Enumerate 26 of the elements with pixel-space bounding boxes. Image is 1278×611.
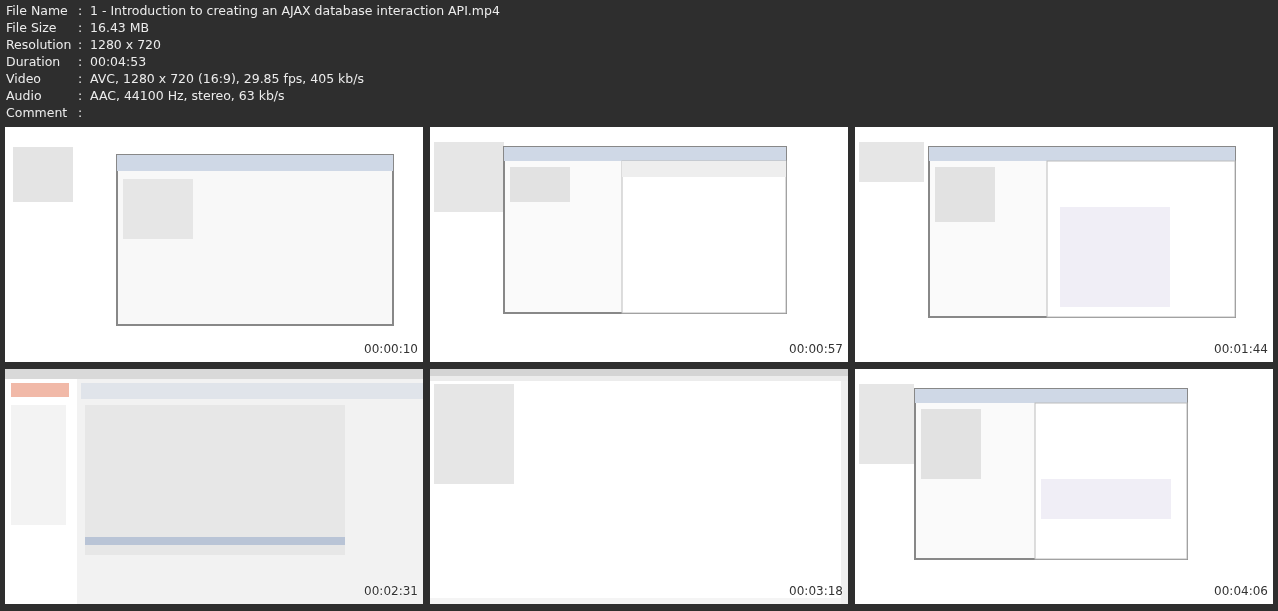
info-value: 1 - Introduction to creating an AJAX database interaction API.mp4 [90, 2, 500, 19]
separator: : [78, 53, 84, 70]
info-value: AAC, 44100 Hz, stereo, 63 kb/s [90, 87, 285, 104]
info-value: 00:04:53 [90, 53, 147, 70]
info-value: 1280 x 720 [90, 36, 161, 53]
info-label: Audio [6, 87, 43, 104]
info-value: 16.43 MB [90, 19, 150, 36]
timestamp: 00:02:31 [364, 583, 418, 600]
info-label: File Size [6, 19, 58, 36]
timestamp: 00:00:57 [789, 341, 843, 358]
info-label: Duration [6, 53, 62, 70]
timestamp: 00:03:18 [789, 583, 843, 600]
info-label: Resolution [6, 36, 73, 53]
timestamp: 00:00:10 [364, 341, 418, 358]
info-label: File Name [6, 2, 69, 19]
info-label: Video [6, 70, 43, 87]
info-label: Comment [6, 104, 69, 121]
info-value: AVC, 1280 x 720 (16:9), 29.85 fps, 405 kb/s [90, 70, 365, 87]
timestamp: 00:04:06 [1214, 583, 1268, 600]
separator: : [78, 70, 84, 87]
timestamp: 00:01:44 [1214, 341, 1268, 358]
separator: : [78, 87, 84, 104]
separator: : [78, 36, 84, 53]
separator: : [78, 19, 84, 36]
separator: : [78, 2, 84, 19]
separator: : [78, 104, 84, 121]
